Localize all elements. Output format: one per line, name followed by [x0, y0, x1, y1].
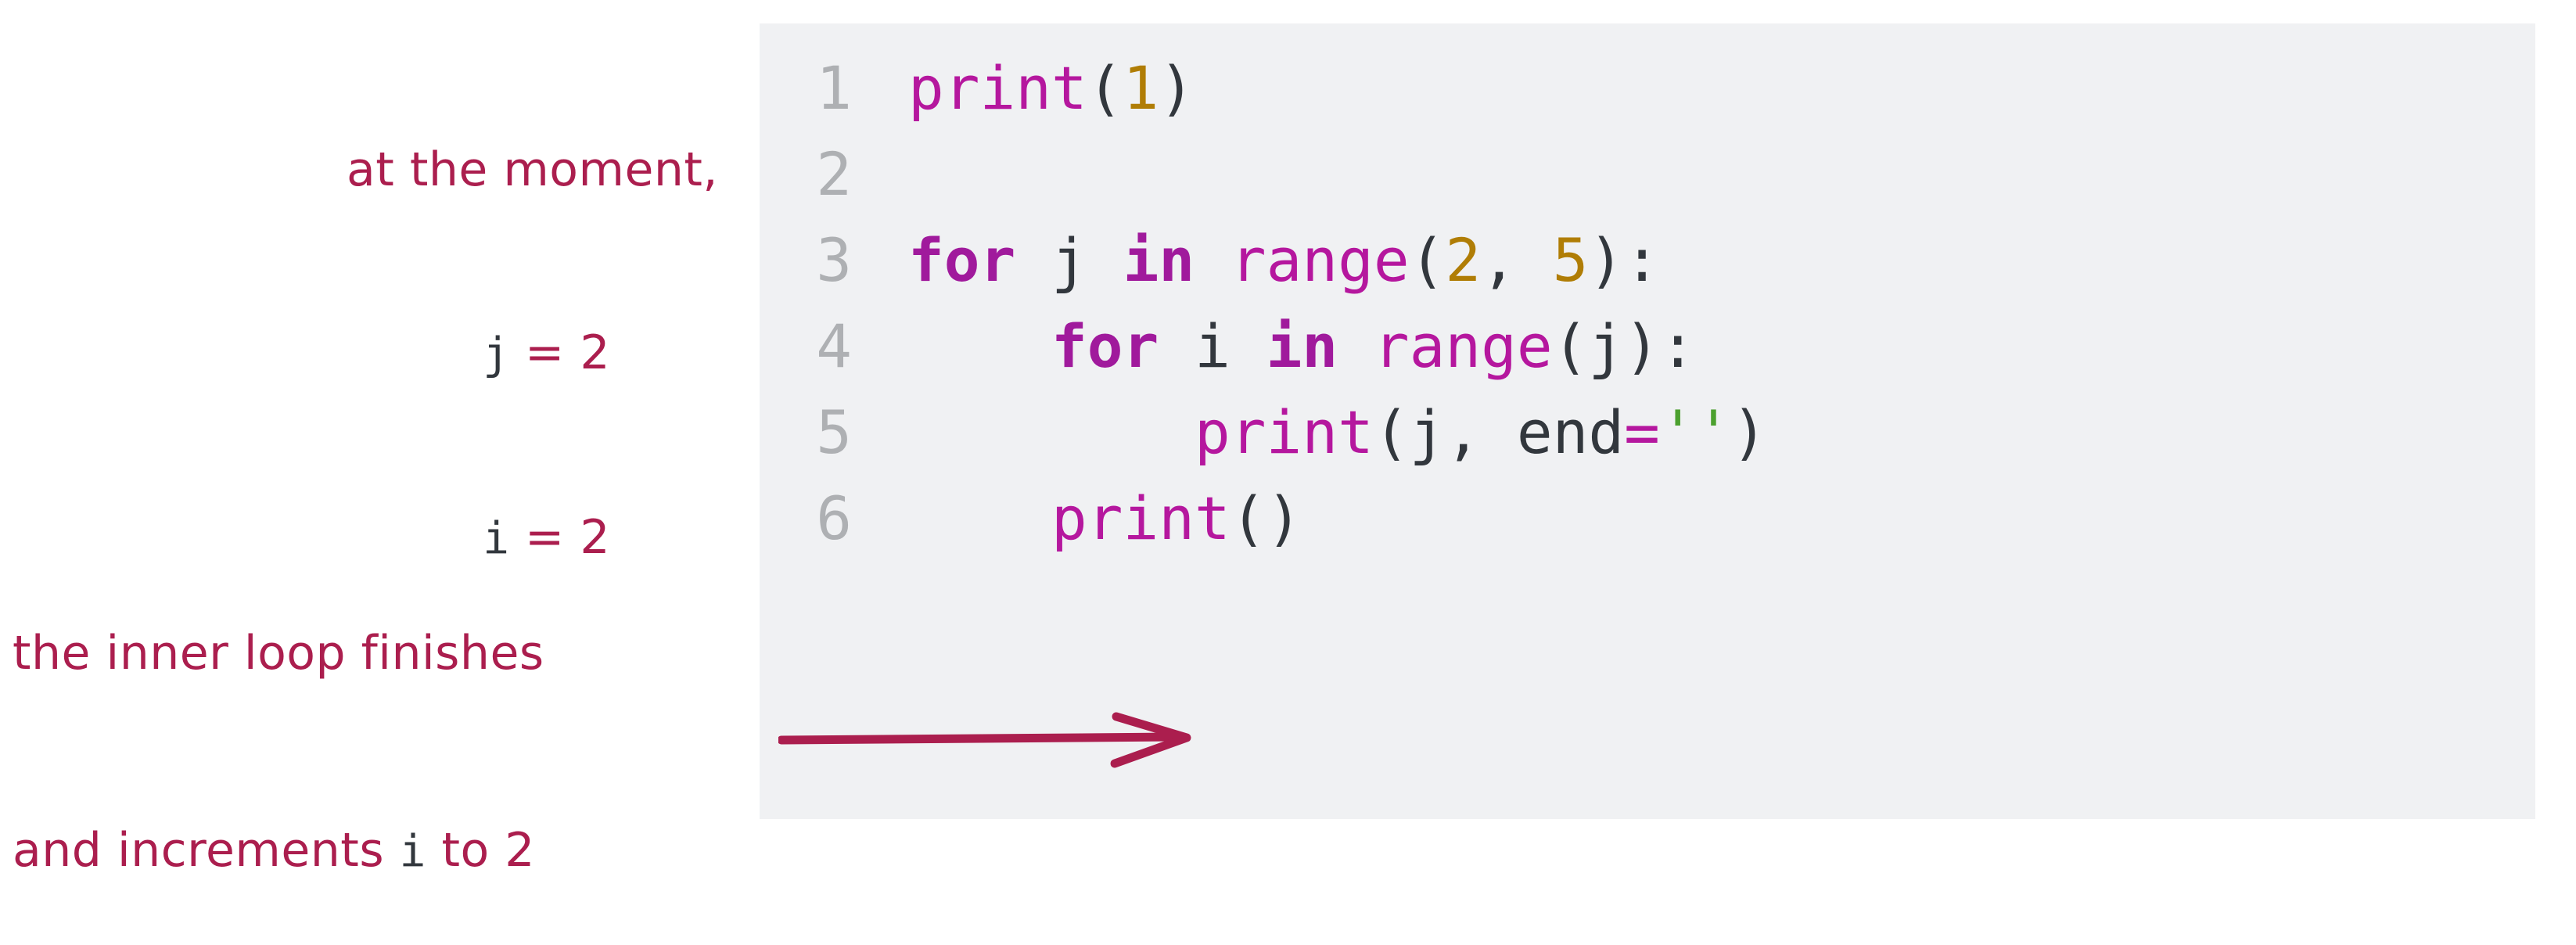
- code-line-4[interactable]: 4 for i in range(j):: [760, 304, 2535, 390]
- line-number-4: 4: [816, 311, 852, 381]
- token-plain: (): [1230, 483, 1302, 553]
- token-plain: (j):: [1552, 311, 1696, 381]
- annotation-line-at-the-moment: at the moment,: [346, 142, 718, 197]
- code-line-5[interactable]: 5 print(j, end=''): [760, 390, 2535, 476]
- token-plain: (: [1409, 225, 1446, 295]
- token-plain: ): [1159, 53, 1195, 123]
- token-num: 5: [1552, 225, 1589, 295]
- line-number-3: 3: [816, 225, 852, 295]
- line-number-2: 2: [816, 139, 852, 209]
- line-number-1: 1: [816, 53, 852, 123]
- variable-j-assignment: = 2: [509, 325, 610, 380]
- code-content-4: for i in range(j):: [908, 304, 1696, 390]
- token-plain: j: [1015, 225, 1123, 295]
- line-number-6: 6: [816, 483, 852, 553]
- token-plain: (j, end: [1373, 397, 1625, 467]
- token-kw: for: [1051, 311, 1159, 381]
- annotation-explanation: the inner loop finishes and increments i…: [13, 489, 756, 945]
- code-line-6[interactable]: 6 print(): [760, 476, 2535, 562]
- token-fn: print: [1195, 397, 1374, 467]
- token-kw: in: [1266, 311, 1338, 381]
- token-str: '': [1659, 397, 1732, 467]
- token-kw: in: [1123, 225, 1195, 295]
- explanation-line-2-prefix: and increments: [13, 823, 400, 878]
- token-plain: ,: [1481, 225, 1553, 295]
- explanation-line-1: the inner loop finishes: [13, 626, 544, 681]
- token-kw: for: [908, 225, 1016, 295]
- token-op: =: [1624, 397, 1660, 467]
- token-plain: i: [1159, 311, 1266, 381]
- token-fn: print: [1051, 483, 1231, 553]
- code-content-1: print(1): [908, 45, 1195, 131]
- variable-i-inline: i: [399, 826, 426, 877]
- code-line-1[interactable]: 1 print(1): [760, 45, 2535, 131]
- code-line-2[interactable]: 2: [760, 131, 2535, 217]
- explanation-line-2-suffix: to 2: [426, 823, 535, 878]
- code-line-3[interactable]: 3 for j in range(2, 5):: [760, 217, 2535, 304]
- token-fn: print: [908, 53, 1087, 123]
- line-number-5: 5: [816, 397, 852, 467]
- code-content-6: print(): [908, 476, 1302, 562]
- explanation-line-2: and increments i to 2: [13, 817, 756, 885]
- variable-j: j: [483, 329, 510, 379]
- token-num: 1: [1123, 53, 1159, 123]
- token-plain: ):: [1588, 225, 1660, 295]
- token-plain: (: [1087, 53, 1123, 123]
- screenshot-root: 1 print(1) 2 3 for j in range(2, 5): 4 for i …: [0, 0, 2576, 945]
- token-plain: ): [1731, 397, 1768, 467]
- annotation-line-j-value: j = 2: [0, 322, 718, 385]
- code-block[interactable]: 1 print(1) 2 3 for j in range(2, 5): 4 for i …: [760, 23, 2535, 819]
- code-content-5: print(j, end=''): [908, 390, 1767, 476]
- token-fn: range: [1373, 311, 1553, 381]
- token-num: 2: [1445, 225, 1482, 295]
- code-content-3: for j in range(2, 5):: [908, 217, 1660, 304]
- token-fn: range: [1230, 225, 1410, 295]
